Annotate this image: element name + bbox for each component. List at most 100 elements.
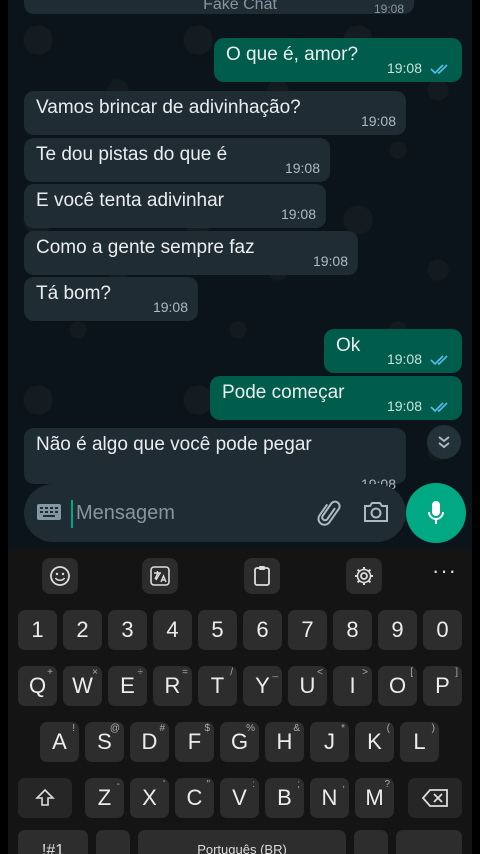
message-input[interactable]: Mensagem [76,502,175,525]
key-s[interactable]: S @ [85,722,124,762]
message-bubble-outgoing[interactable]: O que é, amor? 19:08 [214,38,462,82]
key-alt-label: $ [204,723,210,734]
message-time: 19:08 [386,60,422,76]
key-e[interactable]: E ÷ [108,666,147,706]
message-text: Ok [336,335,361,356]
key-o[interactable]: O[ [378,666,417,706]
key-label: J [324,729,335,754]
emoji-button[interactable] [42,558,78,594]
key-z[interactable]: Z- [85,778,124,818]
key-m[interactable]: M? [355,778,394,818]
key-5[interactable]: 5 [198,610,237,650]
message-bubble-incoming[interactable]: Vamos brincar de adivinhação? 19:08 [24,91,406,135]
message-time: 19:08 [284,160,320,176]
symbols-key[interactable]: !#1 [18,830,88,854]
key-alt-label: ] [455,667,458,678]
message-text: Não é algo que você pode pegar [36,434,312,455]
backspace-key[interactable] [408,778,462,818]
key-j[interactable]: J * [310,722,349,762]
key-label: C [186,785,203,810]
message-text: Pode começar [222,382,345,403]
key-g[interactable]: G% [220,722,259,762]
key-v[interactable]: V: [220,778,259,818]
shift-icon [35,788,55,806]
translate-icon [150,566,170,586]
double-chevron-down-icon [438,436,450,449]
text-cursor [71,500,73,528]
shift-key[interactable] [18,778,72,818]
key-4[interactable]: 4 [153,610,192,650]
key-x[interactable]: X ' [130,778,169,818]
message-bubble-outgoing[interactable]: Pode começar 19:08 [210,376,462,420]
message-time: 19:08 [386,398,422,414]
key-u[interactable]: U < [288,666,327,706]
more-options-icon[interactable]: ··· [432,558,457,584]
key-1[interactable]: 1 [18,610,57,650]
message-bubble-incoming[interactable]: E você tenta adivinhar 19:08 [24,184,326,228]
key-alt-label: - [116,779,120,790]
key-n[interactable]: N, [310,778,349,818]
message-text: E você tenta adivinhar [36,190,225,211]
clipboard-button[interactable] [244,558,280,594]
key-9[interactable]: 9 [378,610,417,650]
key-i[interactable]: I > [333,666,372,706]
key-r[interactable]: R = [153,666,192,706]
camera-icon[interactable] [362,499,390,525]
key-w[interactable]: W × [63,666,102,706]
key-label: P [435,673,450,698]
key-8[interactable]: 8 [333,610,372,650]
message-bubble-incoming[interactable]: Não é algo que você pode pegar 19:08 [24,428,406,492]
key-y[interactable]: Y _ [243,666,282,706]
message-text: O que é, amor? [226,44,359,65]
message-bubble-outgoing[interactable]: Ok 19:08 [324,329,462,373]
key-0[interactable]: 0 [423,610,462,650]
settings-button[interactable] [346,558,382,594]
backspace-icon [421,789,448,807]
message-bubble-incoming[interactable]: Tá bom? 19:08 [24,277,198,321]
message-composer[interactable]: Mensagem [24,484,406,542]
key-alt-label: ) [431,723,435,734]
voice-message-button[interactable] [406,483,466,543]
keyboard-icon[interactable] [36,502,62,522]
key-alt-label: = [182,667,188,678]
key-label: Y [255,673,270,698]
key-t[interactable]: T / [198,666,237,706]
key-d[interactable]: D # [130,722,169,762]
key-c[interactable]: C " [175,778,214,818]
key-6[interactable]: 6 [243,610,282,650]
key-l[interactable]: L) [400,722,439,762]
key-3[interactable]: 3 [108,610,147,650]
key-2[interactable]: 2 [63,610,102,650]
microphone-icon [428,501,444,524]
key-a[interactable]: A! [40,722,79,762]
key-alt-label: * [341,723,345,734]
clipboard-icon [254,566,270,586]
scroll-to-bottom-button[interactable] [427,425,461,459]
key-alt-label: % [246,723,255,734]
key-q[interactable]: Q + [18,666,57,706]
key-b[interactable]: B; [265,778,304,818]
key-label: L [413,729,426,754]
key-label: W [72,673,93,698]
key-h[interactable]: H & [265,722,304,762]
attach-icon[interactable] [316,500,344,528]
gear-icon [355,567,373,585]
message-text: Te dou pistas do que é [36,144,228,165]
message-bubble-incoming[interactable]: Como a gente sempre faz 19:08 [24,231,358,275]
comma-key[interactable] [96,830,130,854]
read-ticks-icon [430,402,448,413]
key-alt-label: & [293,723,300,734]
message-time: 19:08 [280,206,316,222]
key-p[interactable]: P] [423,666,462,706]
enter-key[interactable] [396,830,462,854]
key-7[interactable]: 7 [288,610,327,650]
period-key[interactable] [354,830,388,854]
space-key[interactable]: Português (BR) [138,830,346,854]
message-text: Tá bom? [36,283,111,304]
key-alt-label: _ [272,667,278,678]
message-bubble-incoming[interactable]: Te dou pistas do que é 19:08 [24,138,330,182]
key-f[interactable]: F $ [175,722,214,762]
key-k[interactable]: K( [355,722,394,762]
translate-button[interactable] [142,558,178,594]
key-label: O [388,673,407,698]
